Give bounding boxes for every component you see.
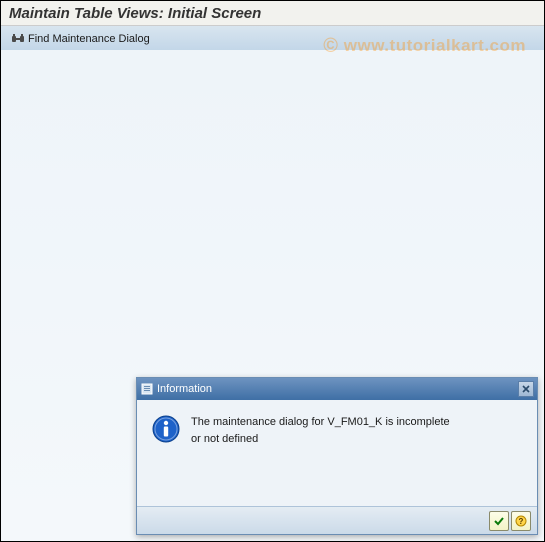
dialog-title: Information	[157, 383, 212, 395]
info-icon	[151, 414, 181, 447]
dialog-help-button[interactable]: ?	[511, 511, 531, 531]
dialog-close-button[interactable]	[518, 381, 534, 397]
app-frame: Maintain Table Views: Initial Screen Fin…	[0, 0, 545, 542]
check-icon	[493, 515, 505, 527]
dialog-message: The maintenance dialog for V_FM01_K is i…	[191, 414, 450, 447]
dialog-titlebar: Information	[137, 378, 537, 400]
help-icon: ?	[515, 515, 527, 527]
dialog-footer: ?	[137, 506, 537, 534]
find-maintenance-dialog-button[interactable]: Find Maintenance Dialog	[7, 32, 154, 46]
dialog-continue-button[interactable]	[489, 511, 509, 531]
information-dialog: Information The maintenan	[136, 377, 538, 535]
application-toolbar: Find Maintenance Dialog	[1, 26, 544, 52]
screen-title: Maintain Table Views: Initial Screen	[9, 5, 261, 22]
close-icon	[522, 385, 530, 393]
screen-title-bar: Maintain Table Views: Initial Screen	[1, 1, 544, 26]
svg-text:?: ?	[519, 517, 524, 526]
binoculars-icon	[11, 33, 25, 45]
find-maintenance-dialog-label: Find Maintenance Dialog	[28, 33, 150, 45]
dialog-title-icon	[141, 383, 153, 395]
dialog-body: The maintenance dialog for V_FM01_K is i…	[137, 400, 537, 455]
